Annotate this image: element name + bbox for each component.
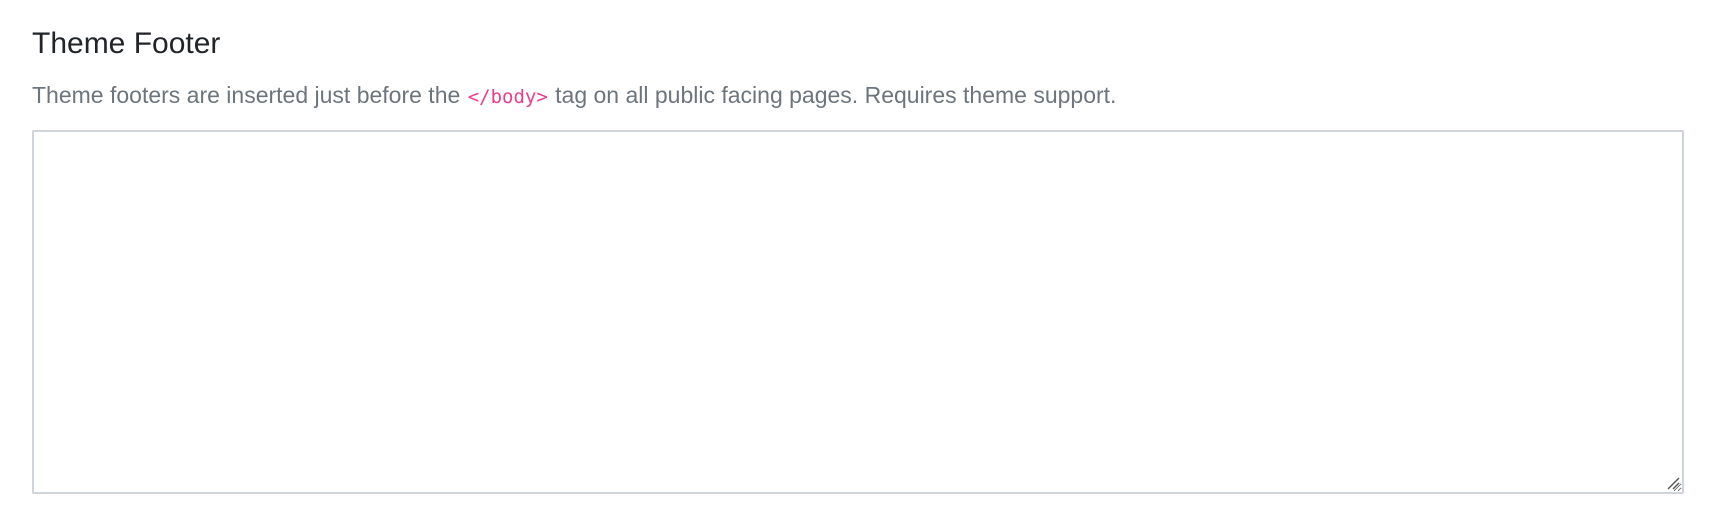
body-tag-code: </body> (467, 86, 548, 108)
theme-footer-title: Theme Footer (32, 27, 221, 60)
theme-footer-field (32, 130, 1684, 494)
help-text-after-code: tag on all public facing pages. Requires… (548, 82, 1117, 108)
theme-footer-textarea[interactable] (32, 130, 1684, 494)
help-text-before-code: Theme footers are inserted just before t… (32, 82, 467, 108)
theme-footer-help-text: Theme footers are inserted just before t… (32, 77, 1116, 115)
